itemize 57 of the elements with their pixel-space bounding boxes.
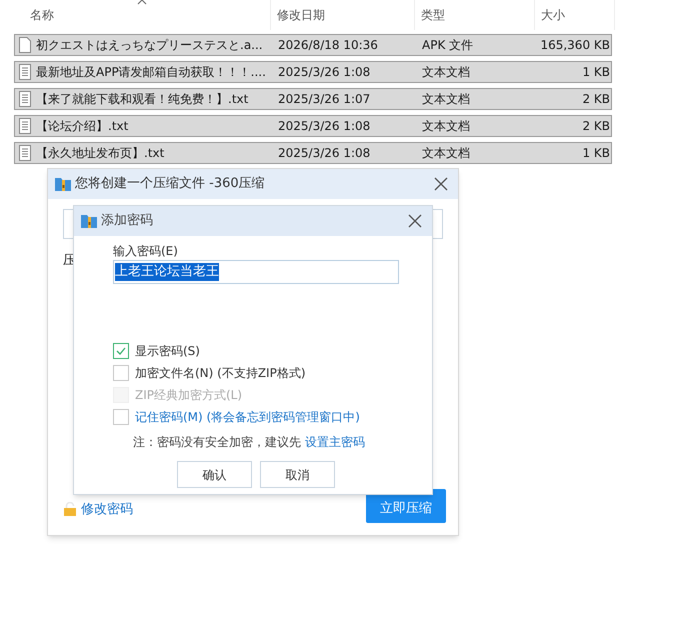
confirm-button[interactable]: 确认 xyxy=(177,461,252,488)
file-name: 【来了就能下载和观看！纯免费！】.txt xyxy=(36,91,248,108)
date-cell-text: 2026/8/18 10:36 xyxy=(277,37,379,54)
file-row[interactable]: 最新地址及APP请发邮箱自动获取！！！.... 2025/3/26 1:08 文本文档 1 KB xyxy=(14,61,612,83)
column-header[interactable]: 类型 xyxy=(415,0,535,30)
cancel-button[interactable]: 取消 xyxy=(260,461,335,488)
size-cell-text: 2 KB xyxy=(581,118,610,135)
file-row[interactable]: 【来了就能下载和观看！纯免费！】.txt 2025/3/26 1:07 文本文档 2 KB xyxy=(14,88,612,110)
option-label: ZIP经典加密方式(L) xyxy=(135,386,242,404)
type-cell-text: 文本文档 xyxy=(421,145,471,162)
size-cell-text: 2 KB xyxy=(581,91,610,108)
password-field[interactable]: 上老王论坛当老王 xyxy=(113,260,399,284)
file-row[interactable]: 【永久地址发布页】.txt 2025/3/26 1:08 文本文档 1 KB xyxy=(14,142,612,164)
change-password-link[interactable]: 修改密码 xyxy=(63,500,133,519)
type-cell-text: 文本文档 xyxy=(421,118,471,135)
date-cell-text: 2025/3/26 1:08 xyxy=(277,145,372,162)
file-row[interactable]: 初クエストはえっちなプリーステスと.a... 2026/8/18 10:36 APK 文件 165,360 KB xyxy=(14,34,612,56)
check-icon xyxy=(116,346,126,354)
file-name: 最新地址及APP请发邮箱自动获取！！！.... xyxy=(36,64,266,81)
option-link[interactable]: 记住密码(M) (将会备忘到密码管理窗口中) xyxy=(135,408,360,426)
archive-icon xyxy=(81,213,97,229)
close-icon xyxy=(408,214,422,228)
size-cell-text: 165,360 KB xyxy=(539,37,610,54)
option-label: 加密文件名(N) (不支持ZIP格式) xyxy=(135,364,306,382)
text-file-icon xyxy=(19,64,31,80)
dialog-title: 添加密码 xyxy=(101,212,153,230)
lock-icon xyxy=(63,502,77,516)
option-label: 显示密码(S) xyxy=(135,342,200,360)
password-text: 上老王论坛当老王 xyxy=(115,263,219,281)
column-header[interactable]: 大小 xyxy=(535,0,615,30)
size-cell-text: 1 KB xyxy=(581,145,610,162)
checkbox[interactable] xyxy=(113,408,129,424)
date-cell-text: 2025/3/26 1:08 xyxy=(277,118,372,135)
text-file-icon xyxy=(19,91,31,107)
checkbox[interactable] xyxy=(113,342,129,358)
close-icon xyxy=(434,177,448,191)
column-header[interactable]: 修改日期 xyxy=(271,0,415,30)
window-title: 您将创建一个压缩文件 -360压缩 xyxy=(75,175,265,194)
text-file-icon xyxy=(19,118,31,134)
field-label: 输入密码(E) xyxy=(113,243,179,260)
file-icon xyxy=(19,37,31,53)
type-cell-text: 文本文档 xyxy=(421,91,471,108)
date-cell-text: 2025/3/26 1:07 xyxy=(277,91,372,108)
checkbox[interactable] xyxy=(113,364,129,380)
file-name: 【论坛介绍】.txt xyxy=(36,118,128,135)
file-row[interactable]: 【论坛介绍】.txt 2025/3/26 1:08 文本文档 2 KB xyxy=(14,115,612,137)
set-master-password-link[interactable]: 设置主密码 xyxy=(305,433,365,451)
note-text: 注：密码没有安全加密，建议先 xyxy=(133,434,301,451)
type-cell-text: APK 文件 xyxy=(421,37,474,54)
column-header[interactable]: 名称 xyxy=(14,0,271,30)
archive-icon xyxy=(55,176,71,192)
text-file-icon xyxy=(19,145,31,161)
date-cell-text: 2025/3/26 1:08 xyxy=(277,64,372,81)
file-name: 【永久地址发布页】.txt xyxy=(36,145,164,162)
size-cell-text: 1 KB xyxy=(581,64,610,81)
type-cell-text: 文本文档 xyxy=(421,64,471,81)
file-name: 初クエストはえっちなプリーステスと.a... xyxy=(36,37,263,54)
